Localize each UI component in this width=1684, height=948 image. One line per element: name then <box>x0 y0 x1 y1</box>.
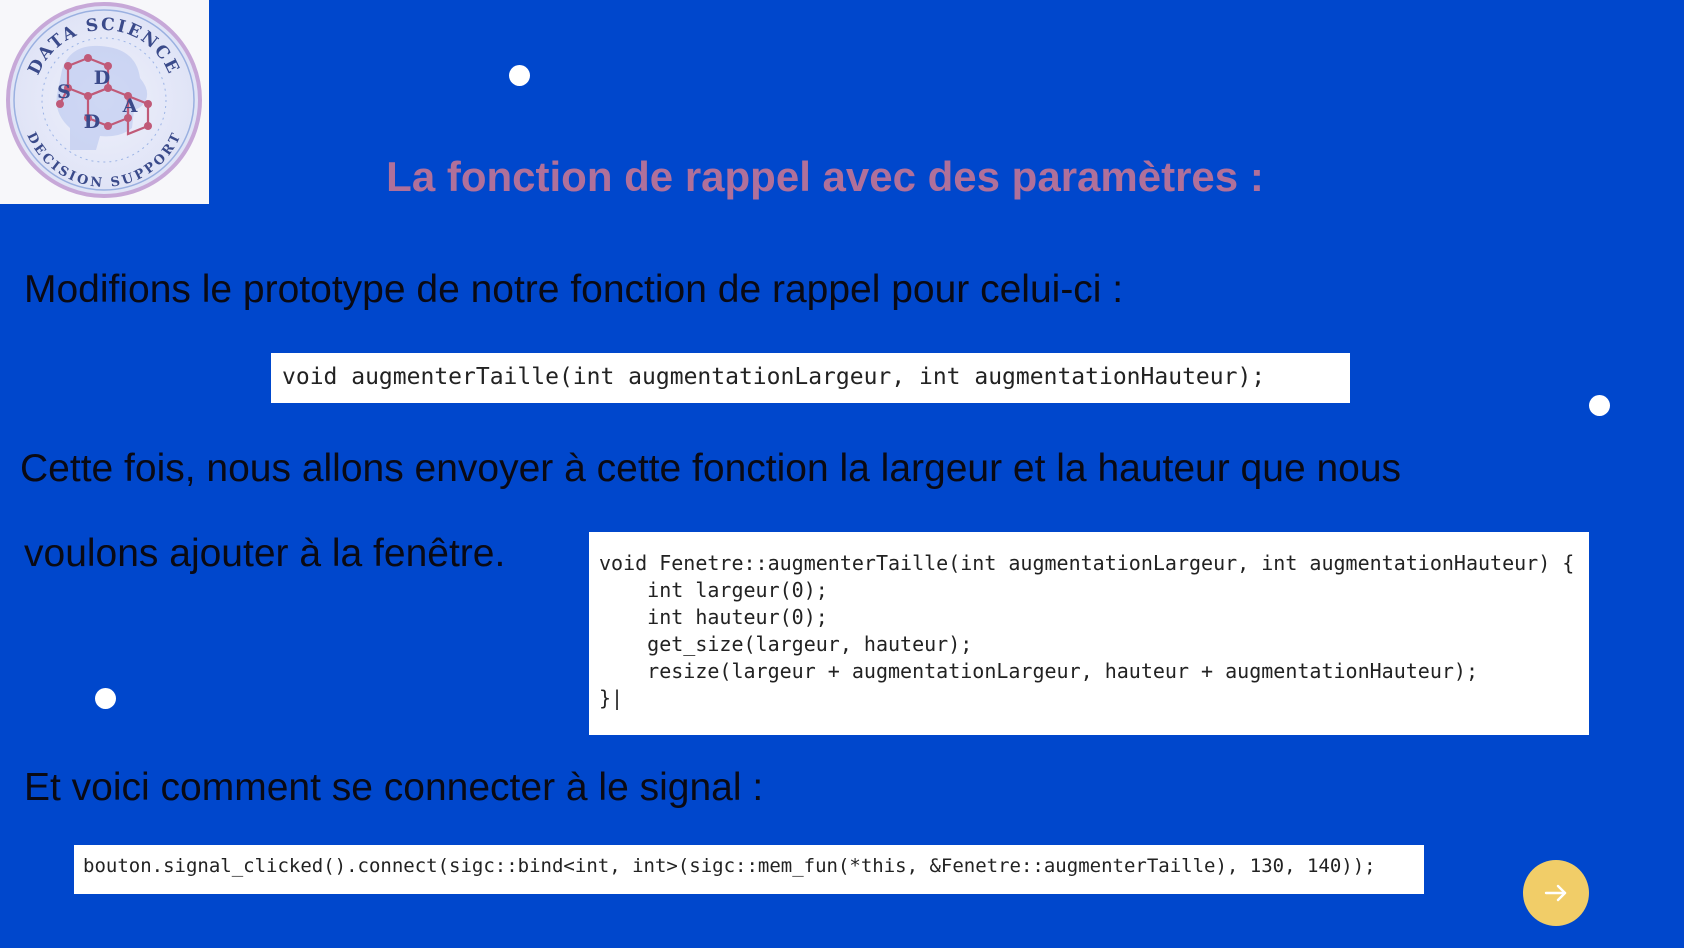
decorative-dot <box>509 65 530 86</box>
logo-letter-4: D <box>84 111 100 133</box>
decorative-dot <box>95 688 116 709</box>
slide: S D A D DATA SCIENCE DECISION SUPPORT La… <box>0 0 1684 948</box>
slide-title: La fonction de rappel avec des paramètre… <box>386 153 1264 200</box>
connect-code-box: bouton.signal_clicked().connect(sigc::bi… <box>74 845 1424 894</box>
implementation-code: void Fenetre::augmenterTaille(int augmen… <box>599 551 1575 710</box>
next-slide-button[interactable] <box>1523 860 1589 926</box>
logo: S D A D DATA SCIENCE DECISION SUPPORT <box>0 0 209 204</box>
logo-letter-2: D <box>94 67 110 89</box>
data-science-logo-icon: S D A D DATA SCIENCE DECISION SUPPORT <box>6 2 202 198</box>
logo-letter-1: S <box>57 81 71 103</box>
implementation-code-box: void Fenetre::augmenterTaille(int augmen… <box>589 532 1589 735</box>
connect-code: bouton.signal_clicked().connect(sigc::bi… <box>83 855 1376 877</box>
logo-letter-3: A <box>122 95 138 117</box>
intro-text: Modifions le prototype de notre fonction… <box>24 268 1124 311</box>
prototype-code-box: void augmenterTaille(int augmentationLar… <box>271 353 1350 403</box>
explanation-line-1: Cette fois, nous allons envoyer à cette … <box>20 447 1402 490</box>
explanation-line-2: voulons ajouter à la fenêtre. <box>24 532 506 575</box>
decorative-dot <box>1589 395 1610 416</box>
arrow-right-icon <box>1544 884 1567 902</box>
connect-text: Et voici comment se connecter à le signa… <box>24 766 764 809</box>
prototype-code: void augmenterTaille(int augmentationLar… <box>282 364 1266 390</box>
